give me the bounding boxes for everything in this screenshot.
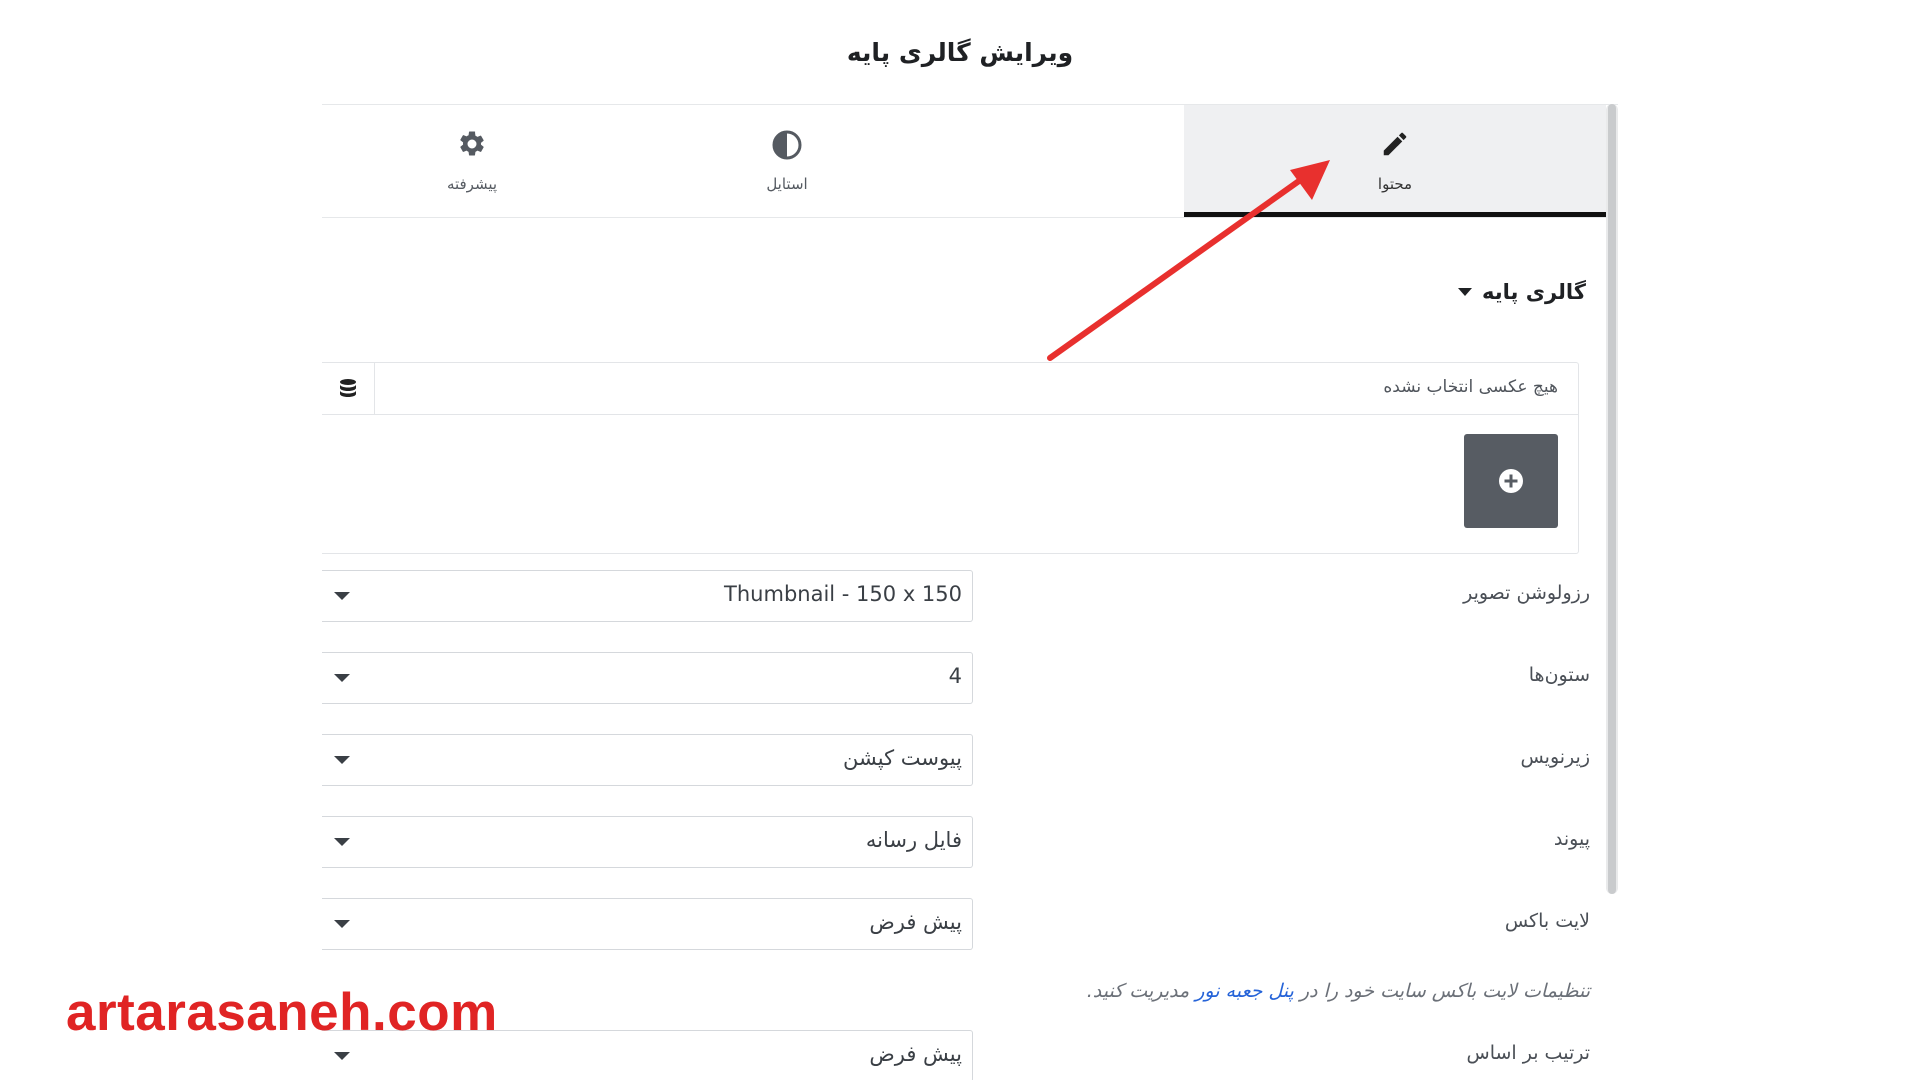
section-toggle[interactable]: گالری پایه [1458, 280, 1586, 304]
database-icon[interactable] [322, 363, 375, 414]
lightbox-select[interactable]: پیش فرض [322, 898, 973, 950]
half-circle-icon [622, 129, 952, 163]
note-text: تنظیمات لایت باکس سایت خود را در [1293, 980, 1590, 1002]
pencil-icon [1184, 129, 1606, 163]
field-caption: پیوست کپشن زیرنویس [322, 734, 1590, 786]
field-columns: 4 ستون‌ها [322, 652, 1590, 704]
chevron-down-icon [334, 674, 350, 682]
add-images-button[interactable] [1464, 434, 1558, 528]
select-value: فایل رسانه [865, 828, 962, 852]
tab-advanced[interactable]: پیشرفته [322, 105, 622, 217]
lightbox-note: تنظیمات لایت باکس سایت خود را در پنل جعب… [1087, 980, 1590, 1002]
link-select[interactable]: فایل رسانه [322, 816, 973, 868]
field-label: رزولوشن تصویر [1463, 582, 1590, 604]
image-resolution-select[interactable]: Thumbnail - 150 x 150 [322, 570, 973, 622]
chevron-down-icon [334, 920, 350, 928]
gallery-control: هیچ عکسی انتخاب نشده [322, 362, 1579, 554]
field-label: پیوند [1553, 828, 1590, 850]
field-lightbox: پیش فرض لایت باکس [322, 898, 1590, 950]
gallery-empty-text: هیچ عکسی انتخاب نشده [1383, 377, 1558, 397]
field-label: زیرنویس [1520, 746, 1590, 768]
select-value: پیوست کپشن [843, 746, 962, 770]
caption-select[interactable]: پیوست کپشن [322, 734, 973, 786]
field-label: ستون‌ها [1528, 664, 1590, 686]
gear-icon [322, 129, 622, 163]
chevron-down-icon [334, 1052, 350, 1060]
chevron-down-icon [334, 838, 350, 846]
chevron-down-icon [334, 592, 350, 600]
field-label: لایت باکس [1504, 910, 1590, 932]
tab-bar: پیشرفته استایل محتوا [322, 104, 1618, 218]
columns-select[interactable]: 4 [322, 652, 973, 704]
tab-advanced-label: پیشرفته [446, 175, 498, 193]
tab-content-label: محتوا [1377, 175, 1413, 193]
plus-circle-icon [1499, 469, 1523, 493]
select-value: پیش فرض [869, 910, 962, 934]
chevron-down-icon [334, 756, 350, 764]
tab-style-label: استایل [766, 175, 808, 193]
editor-panel: پیشرفته استایل محتوا گالری پایه هیچ عکسی… [322, 104, 1618, 1080]
select-value: 4 [948, 664, 962, 688]
field-image-resolution: Thumbnail - 150 x 150 رزولوشن تصویر [322, 570, 1590, 622]
tab-content[interactable]: محتوا [1184, 105, 1606, 217]
field-link: فایل رسانه پیوند [322, 816, 1590, 868]
gallery-bar: هیچ عکسی انتخاب نشده [322, 363, 1578, 415]
tab-style[interactable]: استایل [622, 105, 952, 217]
scrollbar-thumb[interactable] [1608, 104, 1616, 894]
field-label: ترتیب بر اساس [1466, 1042, 1590, 1064]
watermark-text: artarasaneh.com [66, 983, 498, 1042]
note-text: مدیریت کنید. [1086, 980, 1196, 1002]
dialog-title: ویرایش گالری پایه [846, 38, 1074, 67]
scrollbar[interactable] [1606, 104, 1618, 894]
section-title: گالری پایه [1482, 280, 1586, 304]
field-order-by: پیش فرض ترتیب بر اساس [322, 1030, 1590, 1080]
select-value: پیش فرض [869, 1042, 962, 1066]
caret-down-icon [1458, 288, 1472, 296]
lightbox-panel-link[interactable]: پنل جعبه نور [1195, 980, 1294, 1002]
select-value: Thumbnail - 150 x 150 [724, 582, 962, 606]
